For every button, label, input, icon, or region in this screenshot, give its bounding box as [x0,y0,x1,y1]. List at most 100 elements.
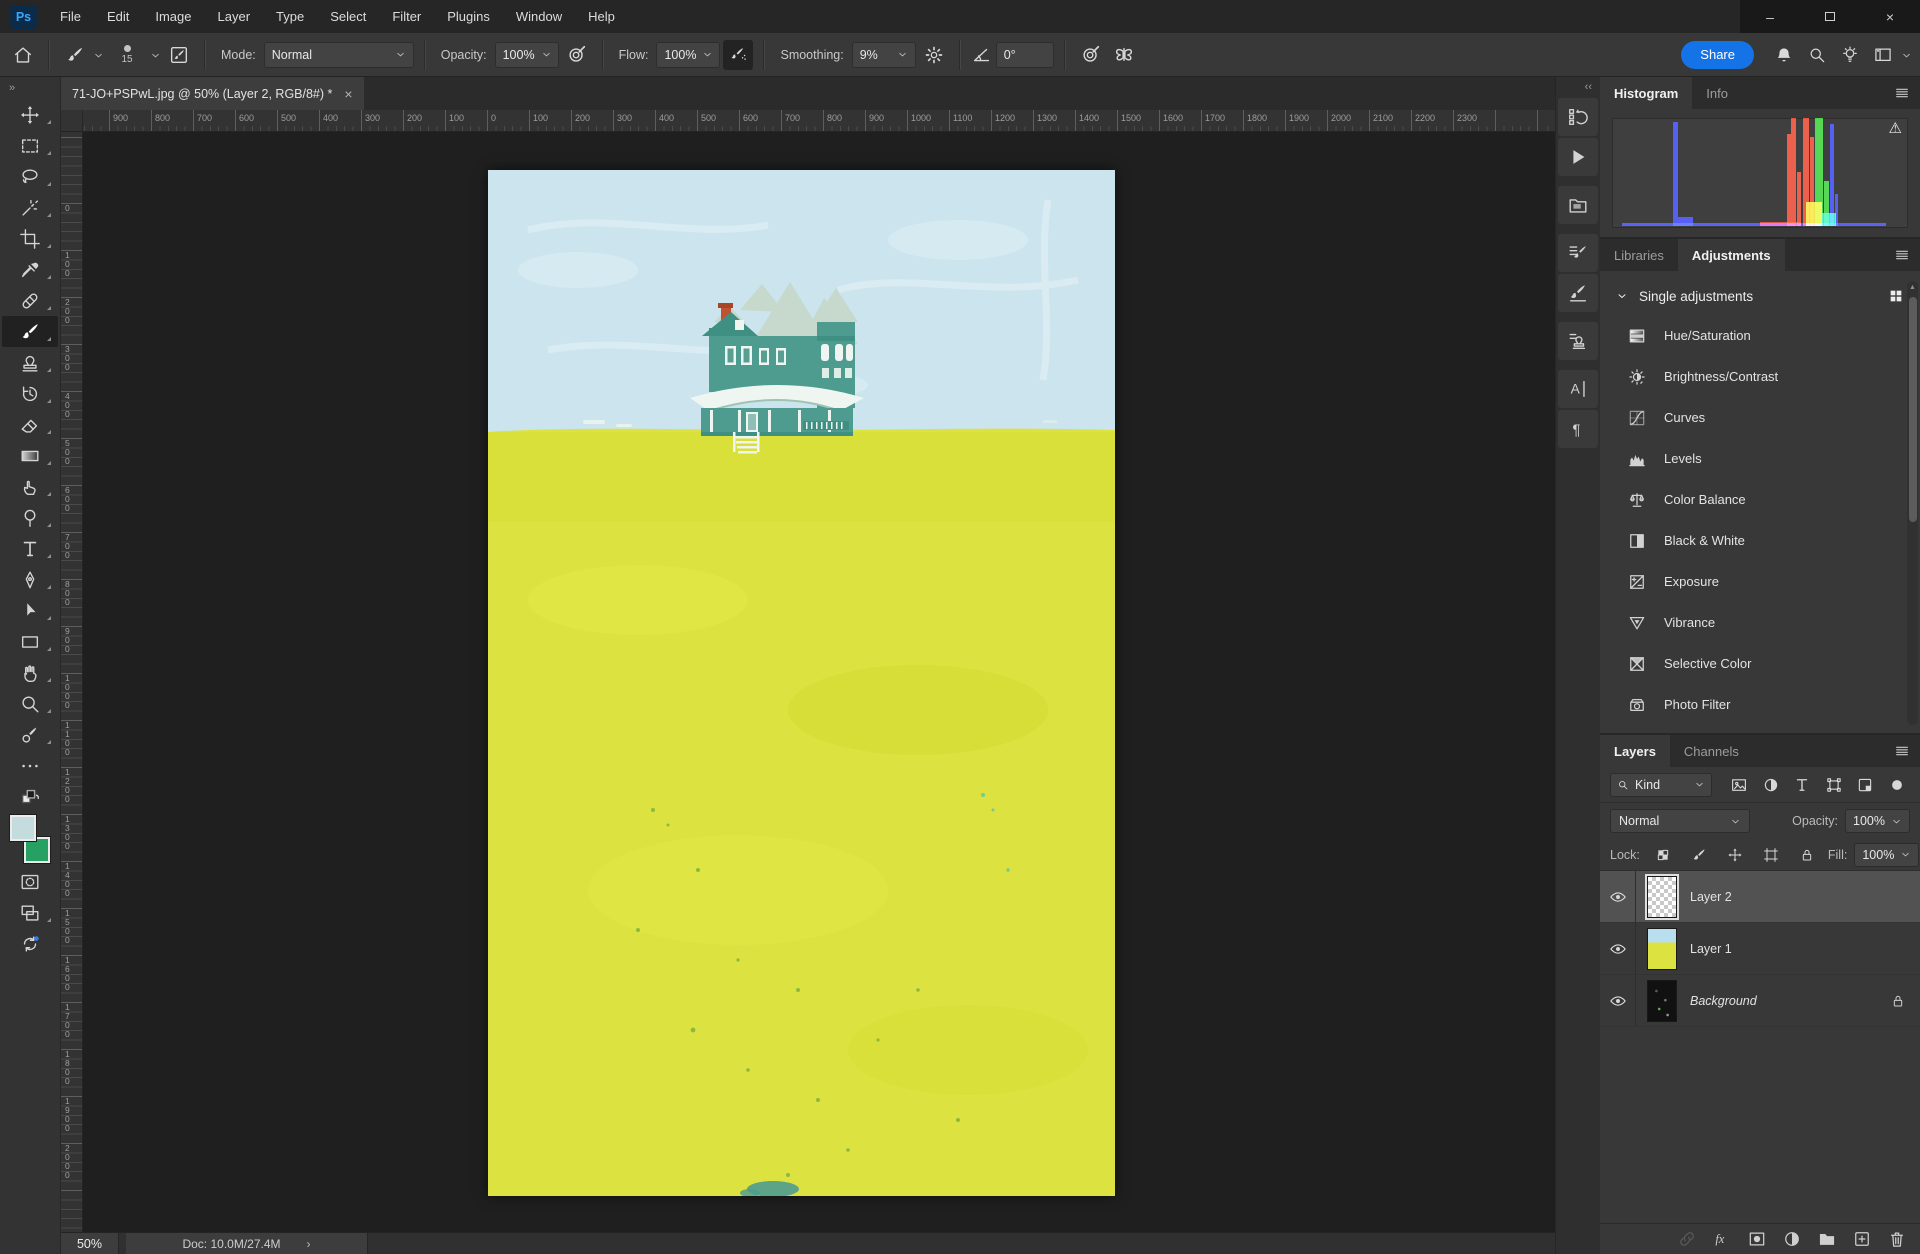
lock-transparent-pixels[interactable] [1650,843,1676,867]
gradient-tool[interactable] [2,440,58,471]
chevron-down-icon[interactable] [93,49,104,60]
adjustment-hue-saturation[interactable]: Hue/Saturation [1600,315,1920,356]
brushes-panel-button[interactable] [1558,274,1598,312]
document-tab[interactable]: 71-JO+PSPwL.jpg @ 50% (Layer 2, RGB/8#) … [61,77,364,110]
adjustment-black-white[interactable]: Black & White [1600,520,1920,561]
layer-row-background[interactable]: Background [1600,975,1920,1027]
filter-smart-objects[interactable] [1852,773,1878,797]
adjustment-brightness-contrast[interactable]: Brightness/Contrast [1600,356,1920,397]
tab-channels[interactable]: Channels [1670,735,1753,767]
menu-item[interactable]: Type [263,0,317,33]
default-colors-button[interactable] [2,781,58,812]
edit-toolbar-button[interactable] [2,750,58,781]
close-document-button[interactable]: × [344,86,352,102]
tool-preset-button[interactable] [60,40,90,70]
smoothing-options-button[interactable] [919,40,949,70]
layer-blend-mode-select[interactable]: Normal [1610,809,1750,833]
filter-toggle[interactable] [1884,773,1910,797]
lock-artboard[interactable] [1758,843,1784,867]
layer-effects-button[interactable]: fx [1711,1229,1732,1250]
pressure-opacity-button[interactable] [562,40,592,70]
adjustment-exposure[interactable]: Exposure [1600,561,1920,602]
capture-extension-button[interactable] [2,928,58,959]
object-selection-tool[interactable] [2,192,58,223]
smudge-tool[interactable] [2,471,58,502]
canvas-document[interactable] [488,170,1115,1196]
layer-opacity-input[interactable]: 100% [1845,809,1910,833]
layer-fill-input[interactable]: 100% [1854,842,1920,867]
flow-select[interactable]: 100% [656,41,721,68]
tab-libraries[interactable]: Libraries [1600,239,1678,271]
adjustment-levels[interactable]: Levels [1600,438,1920,479]
marquee-tool[interactable] [2,130,58,161]
document-info[interactable]: Doc: 10.0M/27.4M › [126,1233,368,1254]
layer-row-layer-1[interactable]: Layer 1 [1600,923,1920,975]
menu-item[interactable]: Window [503,0,575,33]
pressure-size-button[interactable] [1076,40,1106,70]
add-layer-mask-button[interactable] [1746,1229,1767,1250]
chevron-down-icon[interactable] [1901,49,1912,60]
airbrush-button[interactable] [723,39,754,70]
collapse-toolbar-button[interactable]: » [0,77,60,99]
scroll-up-icon[interactable]: ▲ [1909,284,1916,291]
home-button[interactable] [8,40,38,70]
toggle-brush-settings-button[interactable] [164,40,194,70]
menu-item[interactable]: File [47,0,94,33]
filter-shape-layers[interactable] [1821,773,1847,797]
notifications-button[interactable] [1769,40,1799,70]
layer-filter-select[interactable]: Kind [1610,772,1712,797]
adjustment-vibrance[interactable]: Vibrance [1600,602,1920,643]
expand-panels-button[interactable]: ‹‹ [1556,77,1600,97]
search-button[interactable] [1802,40,1832,70]
delete-layer-button[interactable] [1886,1229,1907,1250]
new-group-button[interactable] [1816,1229,1837,1250]
menu-item[interactable]: Image [142,0,204,33]
filter-pixel-layers[interactable] [1726,773,1752,797]
blend-mode-select[interactable]: Normal [263,41,414,68]
zoom-tool[interactable] [2,688,58,719]
lock-image-pixels[interactable] [1686,843,1712,867]
adjustment-curves[interactable]: Curves [1600,397,1920,438]
layer-thumbnail[interactable] [1647,927,1677,970]
adjustments-panel-menu[interactable] [1884,239,1920,271]
grid-view-icon[interactable] [1888,288,1904,304]
single-adjustments-header[interactable]: Single adjustments [1600,277,1920,315]
tab-histogram[interactable]: Histogram [1600,77,1693,109]
clone-source-panel-button[interactable] [1558,322,1598,360]
adjustments-scrollbar[interactable]: ▲ [1907,281,1918,725]
share-button[interactable]: Share [1681,40,1754,69]
menu-item[interactable]: Edit [94,0,142,33]
rectangle-tool[interactable] [2,626,58,657]
menu-item[interactable]: Filter [379,0,434,33]
lasso-tool[interactable] [2,161,58,192]
tab-layers[interactable]: Layers [1600,735,1670,767]
chevron-down-icon[interactable] [150,49,161,60]
screen-mode-button[interactable] [2,897,58,928]
adjustment-color-balance[interactable]: Color Balance [1600,479,1920,520]
lock-all[interactable] [1794,843,1820,867]
brush-preset-picker[interactable]: 15 [107,37,147,73]
path-selection-tool[interactable] [2,595,58,626]
layer-visibility-toggle[interactable] [1600,975,1636,1026]
quick-mask-button[interactable] [2,866,58,897]
libraries-panel-button[interactable] [1558,186,1598,224]
clone-stamp-tool[interactable] [2,347,58,378]
photoshop-logo-icon[interactable]: Ps [10,4,37,29]
crop-tool[interactable] [2,223,58,254]
layer-row-layer-2[interactable]: Layer 2 [1600,871,1920,923]
brush-tool[interactable] [2,316,58,347]
layer-visibility-toggle[interactable] [1600,923,1636,974]
opacity-select[interactable]: 100% [494,41,559,68]
workspace-button[interactable] [1868,40,1898,70]
symmetry-button[interactable] [1109,40,1139,70]
menu-item[interactable]: Select [317,0,379,33]
link-layers-button[interactable] [1676,1229,1697,1250]
history-panel-button[interactable] [1558,98,1598,136]
tab-info[interactable]: Info [1692,77,1742,109]
history-brush-tool[interactable] [2,378,58,409]
new-adjustment-layer-button[interactable] [1781,1229,1802,1250]
foreground-color-swatch[interactable] [10,815,36,841]
discover-button[interactable] [1835,40,1865,70]
character-panel-button[interactable]: A [1558,370,1598,408]
menu-item[interactable]: Help [575,0,628,33]
